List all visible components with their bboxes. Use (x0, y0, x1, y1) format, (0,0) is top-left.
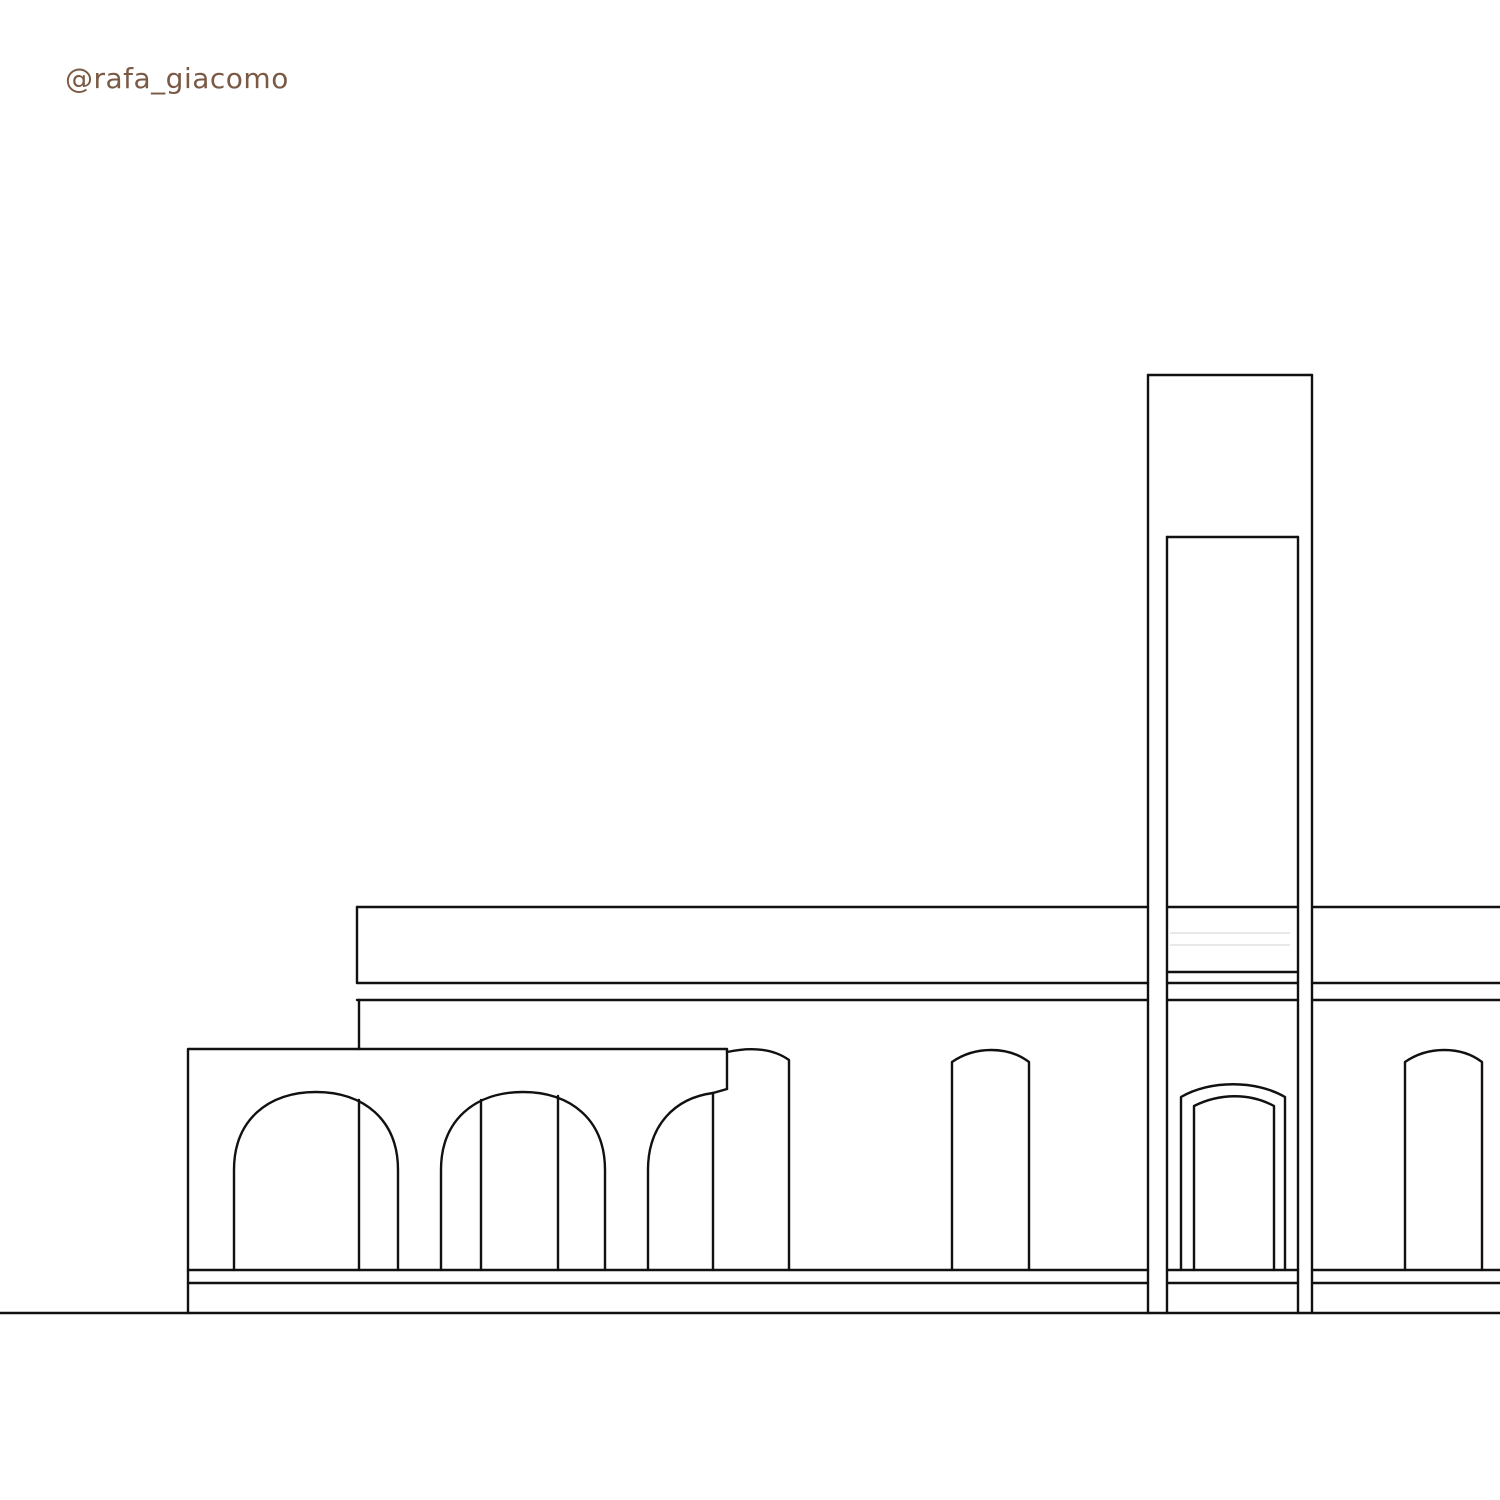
upper-band (355, 905, 1500, 985)
main-wall (355, 998, 1500, 1051)
base-plinth (186, 1268, 1500, 1285)
drawing-canvas: @rafa_giacomo (0, 0, 1500, 1500)
arched-window-1 (725, 1047, 791, 1272)
arcade-block (186, 1047, 729, 1315)
tower-entrance-door (1179, 1083, 1287, 1272)
arcade-arch-2 (439, 1090, 607, 1272)
arched-window-2 (950, 1048, 1031, 1272)
arched-window-3 (1403, 1048, 1484, 1272)
tower (1146, 373, 1314, 1315)
building-elevation-drawing (0, 373, 1500, 1315)
arcade-arch-1 (232, 1090, 400, 1272)
arcade-arch-3 (646, 1091, 715, 1272)
